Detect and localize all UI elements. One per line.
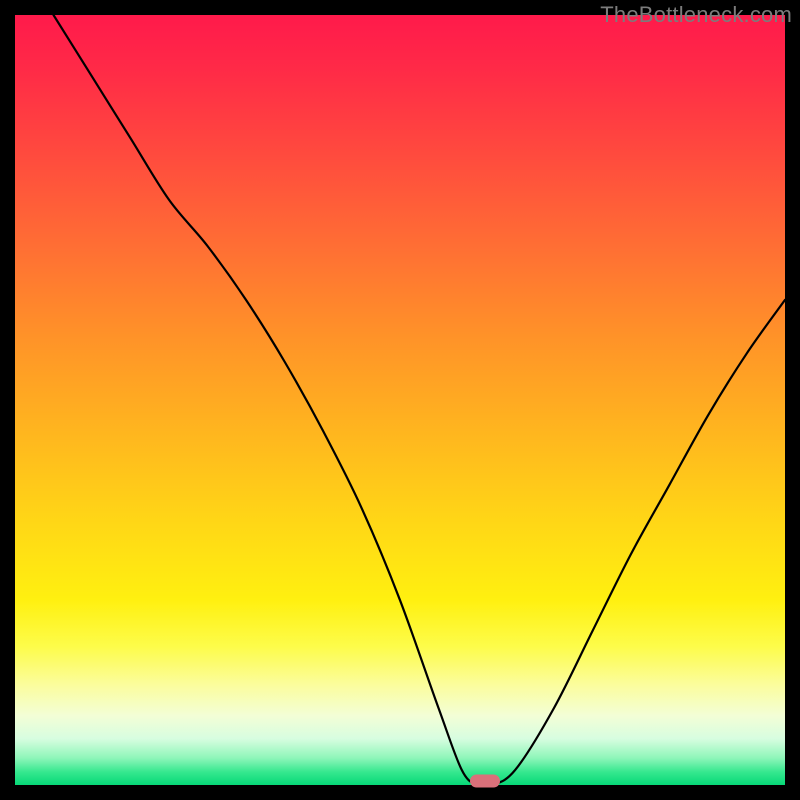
optimal-marker (470, 775, 500, 788)
curve-path (54, 15, 786, 785)
bottleneck-curve (15, 15, 785, 785)
chart-frame: TheBottleneck.com (0, 0, 800, 800)
plot-area (15, 15, 785, 785)
watermark-text: TheBottleneck.com (600, 2, 792, 28)
